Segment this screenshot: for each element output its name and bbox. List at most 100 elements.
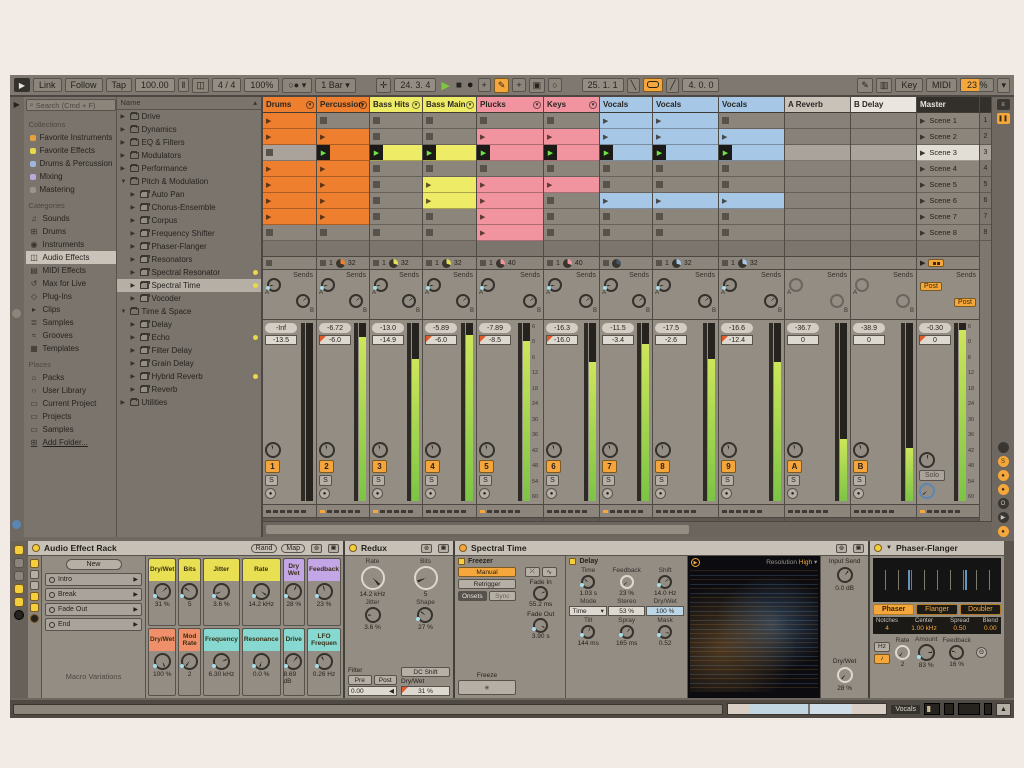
send-b-knob[interactable] [349, 294, 363, 308]
spectral-drywet-knob[interactable] [837, 667, 853, 683]
rack-devices-toggle[interactable] [30, 603, 39, 612]
phaser-param-spread[interactable]: Spread0.50 [950, 618, 969, 632]
expand-arrow-icon[interactable]: ▶ [131, 191, 137, 198]
sidebar-item-user-library[interactable]: ○User Library [26, 384, 116, 397]
fader-value-field[interactable]: -6.0 [319, 335, 351, 345]
scene-slot[interactable]: ▶Scene 6 [917, 193, 979, 209]
send-b-knob[interactable] [523, 294, 537, 308]
arrangement-position-field[interactable]: 24. 3. 4 [394, 78, 436, 92]
sidebar-item-current-project[interactable]: ▭Current Project [26, 397, 116, 410]
send-a-knob[interactable] [789, 278, 803, 292]
delay-stereo-value[interactable]: 53 % [608, 606, 645, 616]
expand-arrow-icon[interactable]: ▶ [121, 139, 127, 146]
empty-slot[interactable] [785, 145, 850, 161]
track-header[interactable]: Bass Hits▾ [370, 97, 422, 113]
clip-slot[interactable]: ▶ [477, 225, 543, 241]
clip-slot[interactable]: ▶ [263, 177, 316, 193]
track-header[interactable]: Vocals [719, 97, 784, 113]
clip-stop-slot[interactable] [544, 161, 599, 177]
clip-stop-slot[interactable] [370, 225, 422, 241]
play-button[interactable]: ▶ [439, 79, 451, 92]
send-a-knob[interactable] [604, 278, 618, 292]
browser-item-delay[interactable]: ▶Delay [117, 318, 261, 331]
clip-stop-slot[interactable] [423, 209, 476, 225]
scene-slot[interactable]: ▶Scene 5 [917, 177, 979, 193]
empty-slot[interactable] [785, 113, 850, 129]
live-logo[interactable]: ▶ [14, 78, 30, 92]
expand-arrow-icon[interactable]: ▶ [131, 269, 137, 276]
solo-button[interactable]: S [425, 475, 438, 486]
clip-slot-playing[interactable]: ▶ [653, 145, 718, 161]
send-a-knob[interactable] [374, 278, 388, 292]
macro-name-pad[interactable]: Bits [179, 559, 199, 581]
spectral-time-hotswap-icon[interactable]: ◎ [836, 544, 847, 553]
volume-fader[interactable] [954, 323, 958, 501]
rack-chain-toggle[interactable] [30, 592, 39, 601]
solo-button[interactable]: S [655, 475, 668, 486]
browser-item-chorus-ensemble[interactable]: ▶Chorus-Ensemble [117, 201, 261, 214]
clip-slot[interactable]: ▶ [544, 129, 599, 145]
delay-checkbox[interactable] [569, 558, 576, 565]
nudge-down-button[interactable]: ‖ [178, 78, 190, 92]
expand-arrow-icon[interactable]: ▶ [131, 360, 137, 367]
mixer-section-toggle-4[interactable]: O [998, 498, 1009, 509]
clip-slot[interactable]: ▶ [423, 177, 476, 193]
expand-arrow-icon[interactable]: ▶ [121, 165, 127, 172]
mixer-section-toggle-6[interactable]: ● [998, 526, 1009, 537]
browser-item-filter-delay[interactable]: ▶Filter Delay [117, 344, 261, 357]
clip-slot[interactable]: ▶ [544, 177, 599, 193]
scene-number[interactable]: 5 [980, 177, 991, 193]
phaser-note-sync-button[interactable]: ♪ [874, 654, 890, 664]
track-activator-button[interactable]: 9 [721, 460, 736, 473]
track-header[interactable]: Drums▾ [263, 97, 316, 113]
delay-shift-knob[interactable] [658, 575, 672, 589]
track-menu-icon[interactable]: ▾ [306, 101, 314, 109]
clip-stop-slot[interactable] [719, 113, 784, 129]
phaser-amount-knob[interactable] [918, 644, 935, 661]
browser-item-grain-delay[interactable]: ▶Grain Delay [117, 357, 261, 370]
expand-arrow-icon[interactable]: ▶ [121, 113, 127, 120]
clip-slot[interactable]: ▶ [600, 193, 652, 209]
clip-slot[interactable]: ▶ [317, 161, 369, 177]
clip-slot[interactable]: ▶ [317, 193, 369, 209]
track-menu-icon[interactable]: ▾ [466, 101, 474, 109]
fader-value-field[interactable]: -13.5 [265, 335, 297, 345]
device-view-toggle[interactable]: ▲ [996, 703, 1011, 716]
fader-value-field[interactable]: -3.4 [602, 335, 634, 345]
macro-name-pad[interactable]: Frequency [204, 629, 239, 651]
macro-name-pad[interactable]: Dry/Wet [149, 629, 175, 651]
automation-arm-button[interactable]: ✎ [494, 78, 510, 93]
clip-slot[interactable]: ▶ [317, 209, 369, 225]
macro-knob-4[interactable] [253, 583, 270, 600]
fader-value-field[interactable]: -16.0 [546, 335, 578, 345]
sidebar-item-collection-0[interactable]: Favorite Instruments [26, 131, 116, 144]
delay-feedback-knob[interactable] [620, 575, 634, 589]
track-header[interactable]: Plucks▾ [477, 97, 543, 113]
scene-slot[interactable]: ▶Scene 3 [917, 145, 979, 161]
stop-button[interactable]: ■ [455, 80, 463, 91]
mixer-section-toggle-5[interactable]: ▶ [998, 512, 1009, 523]
variation-end[interactable]: End▶ [45, 618, 142, 631]
volume-fader[interactable] [835, 323, 839, 501]
phaser-tab-doubler[interactable]: Doubler [960, 604, 1001, 615]
macro-name-pad[interactable]: Resonance [243, 629, 280, 651]
scene-slot[interactable]: ▶Scene 1 [917, 113, 979, 129]
clip-slot-playing[interactable]: ▶ [600, 145, 652, 161]
clip-stop-slot[interactable] [263, 225, 316, 241]
clip-slot-playing[interactable]: ▶ [370, 145, 422, 161]
macro-knob-6[interactable] [316, 583, 333, 600]
rack-show-macros-toggle[interactable] [30, 570, 39, 579]
freezer-sync-button[interactable]: Sync [489, 591, 516, 601]
track-activator-button[interactable]: A [787, 460, 802, 473]
rack-collapse-circle[interactable] [30, 614, 39, 623]
phaser-fold-icon[interactable]: ▼ [886, 545, 892, 551]
cue-button[interactable]: ● [372, 488, 383, 499]
expand-arrow-icon[interactable]: ▶ [131, 347, 137, 354]
freezer-xfade-icon[interactable]: ⤫ [525, 567, 540, 577]
expand-arrow-icon[interactable]: ▶ [131, 321, 137, 328]
send-a-knob[interactable] [427, 278, 441, 292]
punch-out-button[interactable]: ╱ [666, 78, 679, 93]
cue-button[interactable]: ● [265, 488, 276, 499]
draw-mode-button[interactable]: ✎ [857, 78, 873, 93]
pan-knob[interactable] [787, 442, 803, 458]
